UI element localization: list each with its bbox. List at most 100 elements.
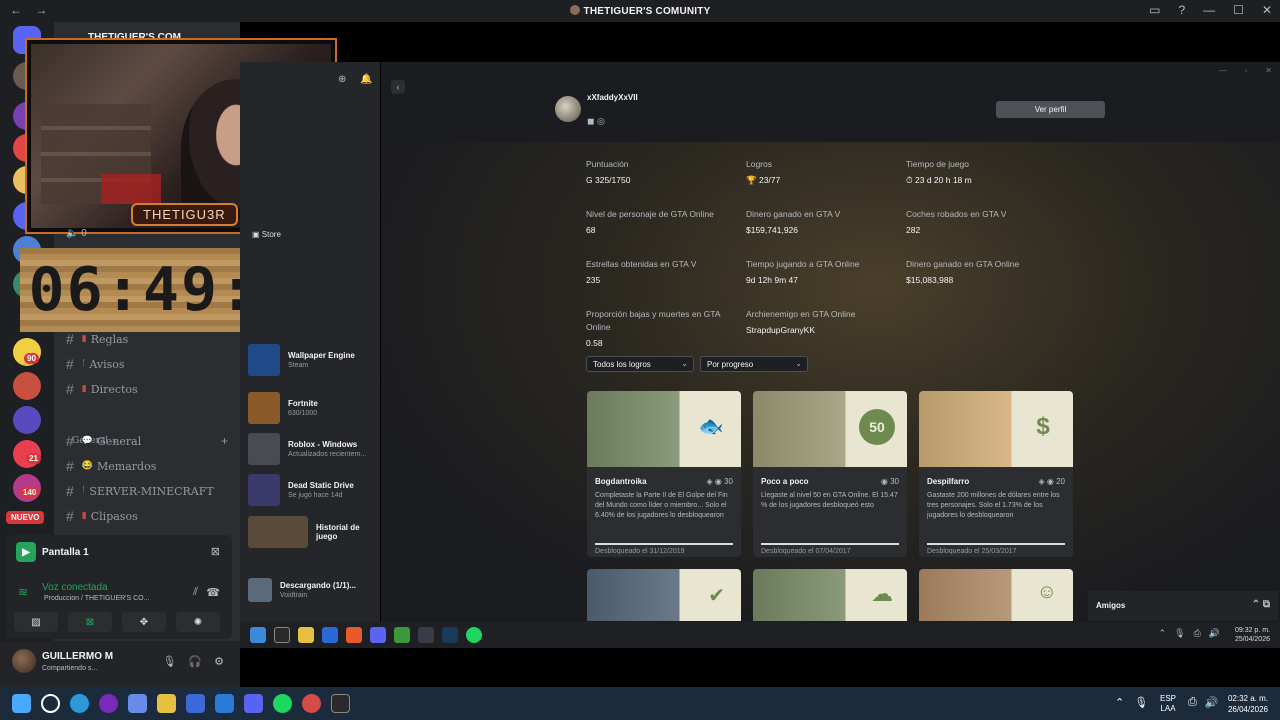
library-item-roblox[interactable]: Roblox - Windows Actualizados recientem..… xyxy=(248,433,366,465)
windows-start-icon[interactable] xyxy=(250,627,266,643)
achievement-card[interactable]: 🐟 Bogdantroika ◈ ◉ 30 Completaste la Par… xyxy=(587,391,741,557)
system-tray-right: ⎙ 🔊 xyxy=(1188,696,1219,709)
close-button[interactable]: ✕ xyxy=(1265,66,1272,75)
achievement-card[interactable]: 50 Poco a poco ◉ 30 Llegaste al nivel 50… xyxy=(753,391,907,557)
maximize-button[interactable]: ☐ xyxy=(1233,3,1244,17)
opera-icon[interactable] xyxy=(99,694,118,713)
sort-select[interactable]: Por progreso ⌄ xyxy=(700,356,808,372)
inbox-icon[interactable]: ▭ xyxy=(1149,3,1160,17)
spotify-icon[interactable] xyxy=(466,627,482,643)
screen-share-label: Pantalla 1 xyxy=(42,546,89,558)
taskbar-clock[interactable]: 02:32 a. m. 26/04/2026 xyxy=(1228,693,1268,715)
edge-icon[interactable] xyxy=(70,694,89,713)
download-status[interactable]: Descargando (1/1)... Voidtrain xyxy=(248,578,356,602)
camera-button[interactable]: ▨ xyxy=(14,612,58,632)
back-button[interactable]: ‹ xyxy=(391,80,405,94)
achievement-card[interactable]: ✔ xyxy=(587,569,741,621)
obs-icon[interactable] xyxy=(302,694,321,713)
close-button[interactable]: ✕ xyxy=(1262,3,1272,17)
chevron-up-icon[interactable]: ⌃ ⧉ xyxy=(1252,599,1270,610)
system-tray: ⌃ 🎙 xyxy=(1115,696,1148,709)
shield-check-icon: ✔ xyxy=(708,585,725,607)
voice-panel: ▶ Pantalla 1 ⊠ ≋ Voz conectada Produccio… xyxy=(6,535,232,639)
network-icon[interactable]: ⎙ xyxy=(1188,696,1197,709)
user-status: Compartiendo s... xyxy=(42,665,98,672)
steam-icon[interactable] xyxy=(442,627,458,643)
server-icon[interactable] xyxy=(13,372,41,400)
headphones-icon[interactable]: 🎧 xyxy=(188,655,202,668)
chevron-up-icon[interactable]: ⌃ xyxy=(1115,696,1124,709)
noise-suppression-icon[interactable]: ⫽ xyxy=(193,586,198,599)
bell-icon[interactable]: 🔔 xyxy=(360,74,372,85)
avatar[interactable] xyxy=(12,649,36,673)
channel-reglas[interactable]: # ▮ Reglas xyxy=(66,331,128,347)
channel-clipasos[interactable]: # ▮ Clipasos xyxy=(66,508,138,524)
volume-icon[interactable]: 🔊 xyxy=(1209,628,1220,639)
channel-general[interactable]: # 💬 General xyxy=(66,433,141,449)
store-link[interactable]: ▣ Store xyxy=(252,230,281,239)
friends-panel[interactable]: Amigos ⌃ ⧉ xyxy=(1088,591,1278,621)
disconnect-icon[interactable]: ☎ xyxy=(206,586,220,599)
channel-server-minecraft[interactable]: #! SERVER-MINECRAFT xyxy=(66,483,214,499)
item-subtitle: Steam xyxy=(288,362,309,369)
file-explorer-icon[interactable] xyxy=(157,694,176,713)
unlock-date: Desbloqueado el 31/12/2019 xyxy=(595,548,685,555)
level-50-icon: 50 xyxy=(859,409,895,445)
library-item-dead-static-drive[interactable]: Dead Static Drive Se jugó hace 14d xyxy=(248,474,354,506)
maximize-button[interactable]: ▫ xyxy=(1244,66,1247,75)
gear-icon[interactable]: ⚙ xyxy=(214,655,224,668)
search-icon[interactable] xyxy=(41,694,60,713)
microphone-icon[interactable]: 🎙 xyxy=(1174,628,1185,639)
minimize-button[interactable]: — xyxy=(1203,3,1215,17)
word-icon[interactable] xyxy=(322,627,338,643)
channel-directos[interactable]: # ▮ Directos xyxy=(66,381,138,397)
achievement-card[interactable]: $ Despilfarro ◈ ◉ 20 Gastaste 200 millon… xyxy=(919,391,1073,557)
stat-label: Logros xyxy=(746,159,772,169)
xbox-icon[interactable] xyxy=(394,627,410,643)
spotify-icon[interactable] xyxy=(273,694,292,713)
windows-start-icon[interactable] xyxy=(12,694,31,713)
copilot-icon[interactable] xyxy=(128,694,147,713)
language-indicator[interactable]: ESP LAA xyxy=(1160,694,1176,714)
add-channel-button[interactable]: + xyxy=(221,434,228,448)
screen-share-row[interactable]: ▶ Pantalla 1 xyxy=(16,542,89,562)
stop-stream-icon[interactable]: ⊠ xyxy=(211,545,220,558)
achievement-card[interactable]: ☺ xyxy=(919,569,1073,621)
microphone-icon[interactable]: 🎙 xyxy=(1134,696,1148,709)
discord-icon[interactable] xyxy=(244,694,263,713)
game-history[interactable]: Historial de juego xyxy=(248,516,366,548)
channel-memardos[interactable]: # 😂 Memardos xyxy=(66,458,156,474)
app-icon[interactable] xyxy=(418,627,434,643)
library-item-wallpaper-engine[interactable]: Wallpaper Engine Steam xyxy=(248,344,355,376)
discord-icon[interactable] xyxy=(370,627,386,643)
achievements-filter-select[interactable]: Todos los logros ⌄ xyxy=(586,356,694,372)
search-icon[interactable] xyxy=(274,627,290,643)
screen-share-button[interactable]: ⊠ xyxy=(68,612,112,632)
cam-logo: THETIGU3R xyxy=(131,203,238,226)
progress-bar xyxy=(595,543,733,545)
file-explorer-icon[interactable] xyxy=(298,627,314,643)
capcut-icon[interactable] xyxy=(331,694,350,713)
keyboard-layout: LAA xyxy=(1160,704,1176,713)
network-icon[interactable]: ⎙ xyxy=(1194,628,1201,639)
microphone-icon[interactable]: 🎙 xyxy=(162,655,176,668)
channel-avisos[interactable]: #! Avisos xyxy=(66,356,125,372)
achievement-card[interactable]: ☁ xyxy=(753,569,907,621)
grid-icon[interactable]: ⊕ xyxy=(338,74,346,85)
store-icon[interactable] xyxy=(186,694,205,713)
brave-icon[interactable] xyxy=(346,627,362,643)
chevron-up-icon[interactable]: ⌃ xyxy=(1159,628,1167,639)
minimize-button[interactable]: — xyxy=(1218,66,1226,75)
volume-icon[interactable]: 🔊 xyxy=(1205,696,1219,709)
soundboard-button[interactable]: ✺ xyxy=(176,612,220,632)
mail-icon[interactable] xyxy=(215,694,234,713)
help-icon[interactable]: ? xyxy=(1178,3,1185,17)
stat-nemesis: Archienemigo en GTA Online StrapdupGranyK… xyxy=(746,308,896,335)
server-icon[interactable] xyxy=(13,406,41,434)
view-profile-button[interactable]: Ver perfil xyxy=(996,101,1105,118)
activities-button[interactable]: ✥ xyxy=(122,612,166,632)
voice-channel-label[interactable]: Produccion / THETIGUER'S CO... xyxy=(44,595,149,602)
new-badge: NUEVO xyxy=(6,511,45,524)
library-item-fortnite[interactable]: Fortnite 630/1000 xyxy=(248,392,318,424)
stat-label: Nivel de personaje de GTA Online xyxy=(586,209,714,219)
